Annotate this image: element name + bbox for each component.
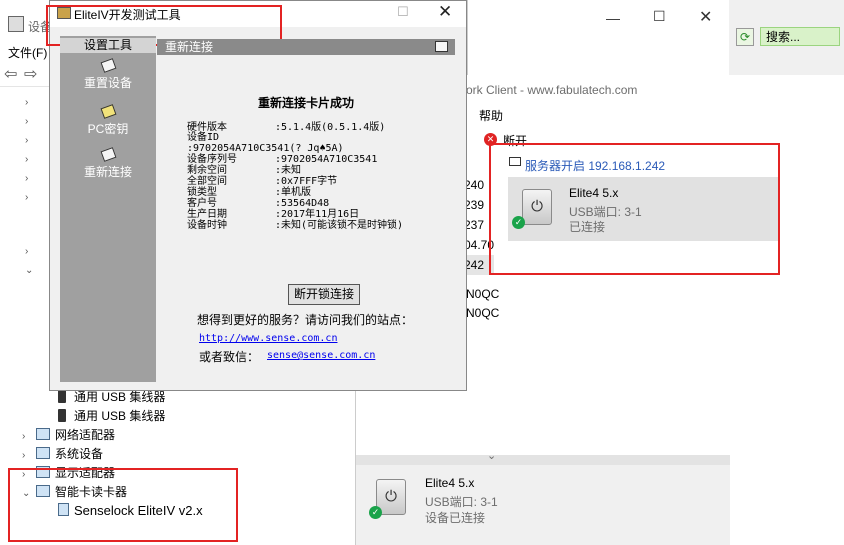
close-icon[interactable]: ✕ xyxy=(699,7,712,27)
sidebar-item-reconnect[interactable]: 重新连接 xyxy=(60,147,156,180)
tree-expander-icon[interactable]: › xyxy=(25,135,28,146)
highlight-box xyxy=(489,143,780,275)
reset-icon xyxy=(100,58,116,73)
bottom-status-strip xyxy=(356,455,730,465)
panel-header: 重新连接 xyxy=(157,39,455,55)
truncated-list: N0QC N0QC xyxy=(466,285,499,323)
info-row: 生产日期:2017年11月16日 xyxy=(187,209,360,220)
tree-item-label: 通用 USB 集线器 xyxy=(74,409,166,423)
bottom-device[interactable]: ⏻ ✓ Elite4 5.x USB端口: 3-1 设备已连接 xyxy=(356,465,730,545)
elite-content-panel: 重新连接 重新连接卡片成功 硬件版本:5.1.4版(0.5.1.4版) 设备ID… xyxy=(157,39,455,382)
tree-expander-icon[interactable]: › xyxy=(25,97,28,108)
tree-expander-icon[interactable]: › xyxy=(25,246,28,257)
truncated-item[interactable]: N0QC xyxy=(466,285,499,304)
forward-arrow-icon[interactable]: ⇨ xyxy=(24,64,37,84)
info-row: 设备时钟:未知(可能该锁不是时钟锁) xyxy=(187,220,404,231)
highlight-box xyxy=(8,468,238,542)
sidebar-header[interactable]: 设置工具 xyxy=(60,38,156,53)
success-message: 重新连接卡片成功 xyxy=(257,96,354,110)
email-link[interactable]: sense@sense.com.cn xyxy=(267,350,375,361)
info-row: 锁类型:单机版 xyxy=(187,187,312,198)
connected-check-icon: ✓ xyxy=(369,506,382,519)
minimize-icon[interactable]: — xyxy=(606,10,620,26)
menu-help[interactable]: 帮助 xyxy=(479,107,503,124)
reconnect-icon xyxy=(100,147,116,162)
maximize-icon[interactable]: ☐ xyxy=(653,8,666,25)
website-link[interactable]: http://www.sense.com.cn xyxy=(199,333,337,344)
tree-expander-icon[interactable]: › xyxy=(25,192,28,203)
info-row: 设备序列号:9702054A710C3541 xyxy=(187,154,378,165)
device-status: 设备已连接 xyxy=(425,511,486,525)
window-title: ork Client - www.fabulatech.com xyxy=(466,83,638,97)
tree-item-system-devices[interactable]: › 系统设备 xyxy=(22,444,103,464)
tree-item-label: 系统设备 xyxy=(55,447,104,461)
tree-expander-icon[interactable]: › xyxy=(25,154,28,165)
panel-header-label: 重新连接 xyxy=(165,40,214,54)
truncated-item[interactable]: N0QC xyxy=(466,304,499,323)
info-row: :9702054A710C3541(? Jq♠5A) xyxy=(187,143,344,154)
sidebar-item-pc-key[interactable]: PC密钥 xyxy=(60,104,156,137)
info-row: 剩余空间:未知 xyxy=(187,165,302,176)
panel-header-icon xyxy=(435,41,448,52)
tree-expander-icon[interactable]: ⌄ xyxy=(25,265,33,276)
close-icon[interactable]: ✕ xyxy=(438,2,452,22)
menu-file[interactable]: 文件(F) xyxy=(8,44,48,61)
tree-item-usb-hub[interactable]: 通用 USB 集线器 xyxy=(58,406,165,426)
system-device-icon xyxy=(36,447,50,459)
maximize-icon: ☐ xyxy=(397,4,409,19)
device-port: USB端口: 3-1 xyxy=(425,495,498,509)
tree-item-label: 通用 USB 集线器 xyxy=(74,390,166,404)
info-row: 设备ID xyxy=(187,132,220,143)
tree-item-label: 网络适配器 xyxy=(55,428,116,442)
search-button[interactable]: 搜索... xyxy=(760,27,840,46)
service-text: 想得到更好的服务？请访问我们的站点： xyxy=(197,313,414,327)
fabulatech-background-titlebar: — ☐ ✕ xyxy=(467,0,730,75)
sidebar-item-label: PC密钥 xyxy=(87,122,129,136)
sidebar-item-label: 重置设备 xyxy=(83,76,132,90)
tree-item-network-adapters[interactable]: › 网络适配器 xyxy=(22,425,115,445)
tree-expander-icon[interactable]: › xyxy=(25,173,28,184)
tree-expander-icon[interactable]: › xyxy=(25,116,28,127)
elite-sidebar: 设置工具 重置设备 PC密钥 重新连接 xyxy=(60,36,156,382)
info-row: 全部空间:0x7FFF字节 xyxy=(187,176,338,187)
device-name: Elite4 5.x xyxy=(425,476,475,490)
chevron-down-icon[interactable]: ⌄ xyxy=(487,449,496,462)
sidebar-item-label: 重新连接 xyxy=(83,165,132,179)
usb-icon xyxy=(58,409,66,422)
refresh-icon[interactable]: ⟳ xyxy=(736,28,754,46)
elite-tool-window: EliteIV开发测试工具 ☐ ✕ 设置工具 重置设备 PC密钥 重新连接 重新… xyxy=(46,0,467,391)
info-row: 客户号:53564D48 xyxy=(187,198,330,209)
disconnect-lock-button[interactable]: 断开锁连接 xyxy=(288,284,360,305)
back-arrow-icon[interactable]: ⇦ xyxy=(4,64,17,84)
key-icon xyxy=(100,104,116,119)
device-manager-icon xyxy=(8,16,24,32)
sidebar-item-reset[interactable]: 重置设备 xyxy=(60,58,156,91)
email-prefix: 或者致信： xyxy=(199,350,260,364)
network-adapter-icon xyxy=(36,428,50,440)
usb-icon xyxy=(58,390,66,403)
